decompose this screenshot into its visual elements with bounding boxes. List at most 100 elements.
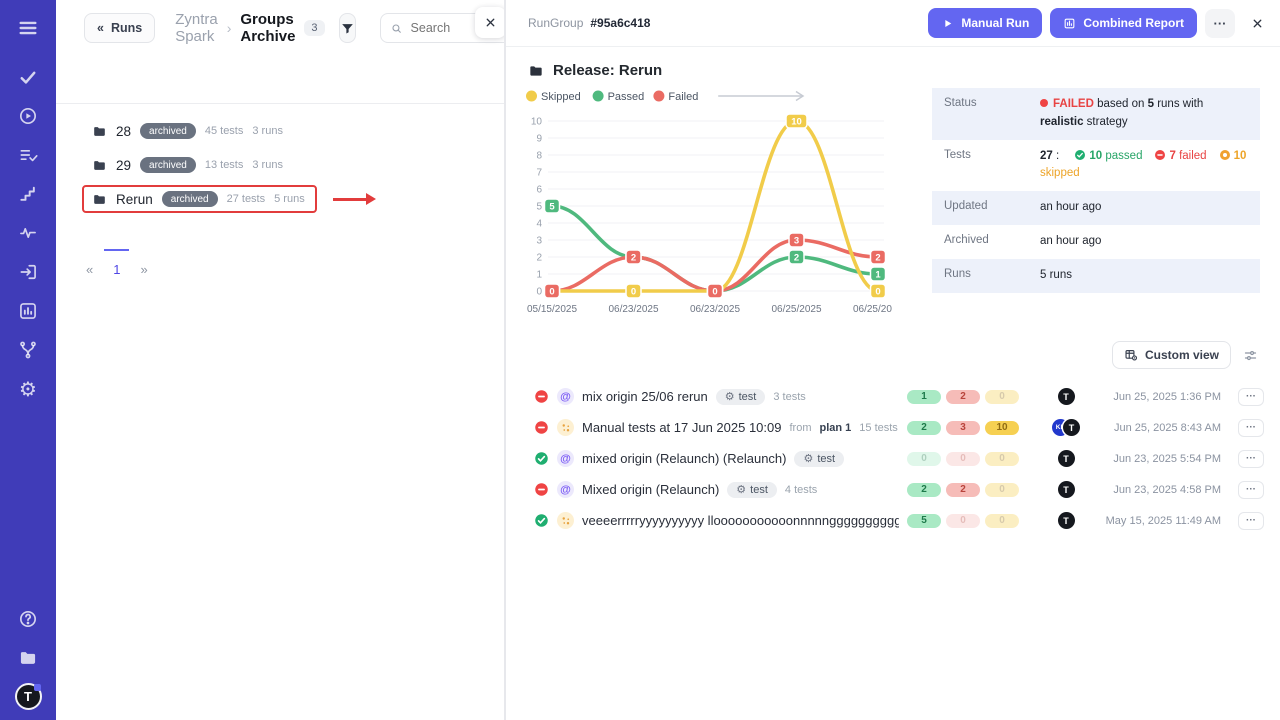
folder-icon [92,124,107,139]
sidebar-top-icons: ⚙ [8,57,48,408]
more-actions-button[interactable]: ··· [1205,9,1235,38]
group-name: Rerun [116,192,153,207]
panel-divider [56,103,504,104]
breadcrumb-count-badge: 3 [304,20,324,36]
detail-header: RunGroup #95a6c418 Manual Run Combined R… [506,0,1280,47]
info-row-tests: Tests 27 : 10 passed7 failed10 skipped [932,140,1260,192]
tag-pill: ⚙test [727,482,777,498]
pagination-current[interactable]: 1 [113,262,120,277]
run-count-badges: 120 [907,390,1019,404]
user-avatar[interactable]: T [15,683,42,710]
sidebar-item-branches[interactable] [8,330,48,369]
run-date: Jun 23, 2025 4:58 PM [1103,484,1221,496]
folder-icon [92,158,107,173]
pagination: « 1 » [86,262,504,277]
sidebar-item-analytics[interactable] [8,291,48,330]
svg-text:06/23/2025: 06/23/2025 [690,304,740,315]
sliders-icon[interactable] [1243,348,1258,363]
passed-count-badge: 1 [907,390,941,404]
run-row[interactable]: Manual tests at 17 Jun 2025 10:09frompla… [506,412,1280,443]
tag-label: test [817,453,835,465]
app-sidebar: ⚙ T [0,0,56,720]
status-text: strategy [1083,116,1127,128]
breadcrumb-project[interactable]: Zyntra Spark [175,11,218,45]
run-date: Jun 25, 2025 8:43 AM [1103,422,1221,434]
sidebar-item-projects[interactable] [8,638,48,677]
run-row[interactable]: veeeerrrrryyyyyyyyyy llooooooooooonnnnng… [506,505,1280,536]
panel-close-button[interactable] [475,7,505,38]
info-value: 5 runs [1040,267,1248,285]
info-label: Status [944,96,1040,132]
skipped-count-badge: 10 [985,421,1019,435]
svg-text:3: 3 [536,236,542,247]
help-icon [18,609,38,629]
rungroup-id: #95a6c418 [590,16,650,30]
runs-icon [18,106,38,126]
row-more-button[interactable]: ··· [1238,481,1264,499]
group-row[interactable]: 28archived45 tests3 runs [56,114,504,148]
row-more-button[interactable]: ··· [1238,450,1264,468]
info-value: an hour ago [1040,233,1248,251]
sidebar-item-pulse[interactable] [8,213,48,252]
pagination-next[interactable]: » [140,262,147,277]
run-tests-count: 4 tests [785,484,817,496]
run-avatars: T [1037,450,1095,467]
group-row[interactable]: Rerunarchived27 tests5 runs [56,182,504,216]
run-row[interactable]: @Mixed origin (Relaunch)⚙test4 tests220T… [506,474,1280,505]
menu-icon[interactable] [8,8,48,47]
group-runs-count: 5 runs [274,193,305,205]
svg-text:7: 7 [536,168,542,179]
svg-text:1: 1 [536,270,542,281]
svg-text:Skipped: Skipped [541,91,581,103]
tag-label: test [739,391,757,403]
run-row[interactable]: @mixed origin (Relaunch) (Relaunch)⚙test… [506,443,1280,474]
row-more-button[interactable]: ··· [1238,512,1264,530]
row-more-button[interactable]: ··· [1238,388,1264,406]
row-more-button[interactable]: ··· [1238,419,1264,437]
sidebar-item-steps[interactable] [8,174,48,213]
run-row[interactable]: @mix origin 25/06 rerun⚙test3 tests120TJ… [506,381,1280,412]
search-icon [390,22,403,35]
group-tests-count: 27 tests [227,193,266,205]
sidebar-item-runs[interactable] [8,96,48,135]
breadcrumb-separator: › [227,20,232,36]
svg-text:8: 8 [536,151,542,162]
custom-view-button[interactable]: Custom view [1112,341,1231,369]
gear-icon: ⚙ [725,391,735,402]
run-count-badges: 500 [907,514,1019,528]
manual-run-button[interactable]: Manual Run [928,8,1042,38]
run-title: mix origin 25/06 rerun [582,389,708,404]
svg-text:0: 0 [875,287,880,298]
run-avatars: T [1037,481,1095,498]
svg-text:5: 5 [536,202,542,213]
svg-text:2: 2 [536,253,542,264]
pagination-prev[interactable]: « [86,262,93,277]
tests-passed-count: 10 [1089,150,1102,162]
passed-check-icon [1074,149,1086,161]
close-icon[interactable] [1251,17,1264,30]
svg-text:2: 2 [794,253,799,264]
runs-back-button[interactable]: « Runs [84,13,155,43]
filter-button[interactable] [339,13,356,43]
group-tests-count: 45 tests [205,125,244,137]
sidebar-item-test-plans[interactable] [8,135,48,174]
info-value: FAILED based on 5 runs with realistic st… [1040,96,1248,132]
info-row-runs: Runs 5 runs [932,259,1260,293]
sidebar-item-checks[interactable] [8,57,48,96]
svg-text:Passed: Passed [608,91,645,103]
rungroup-title-text: Release: Rerun [553,62,662,79]
status-text: runs with [1154,98,1203,110]
rungroup-type-label: RunGroup [528,16,583,30]
tests-skipped-word: skipped [1040,167,1080,179]
run-plan-link[interactable]: plan 1 [819,422,851,434]
combined-report-button[interactable]: Combined Report [1050,8,1197,38]
bar-chart-icon [1063,17,1076,30]
failed-count-badge: 0 [946,514,980,528]
sidebar-item-help[interactable] [8,599,48,638]
info-row-status: Status FAILED based on 5 runs with reali… [932,88,1260,140]
sidebar-item-import[interactable] [8,252,48,291]
passed-count-badge: 0 [907,452,941,466]
highlight-arrow-icon [333,198,367,201]
sidebar-item-settings[interactable]: ⚙ [8,369,48,408]
group-row[interactable]: 29archived13 tests3 runs [56,148,504,182]
